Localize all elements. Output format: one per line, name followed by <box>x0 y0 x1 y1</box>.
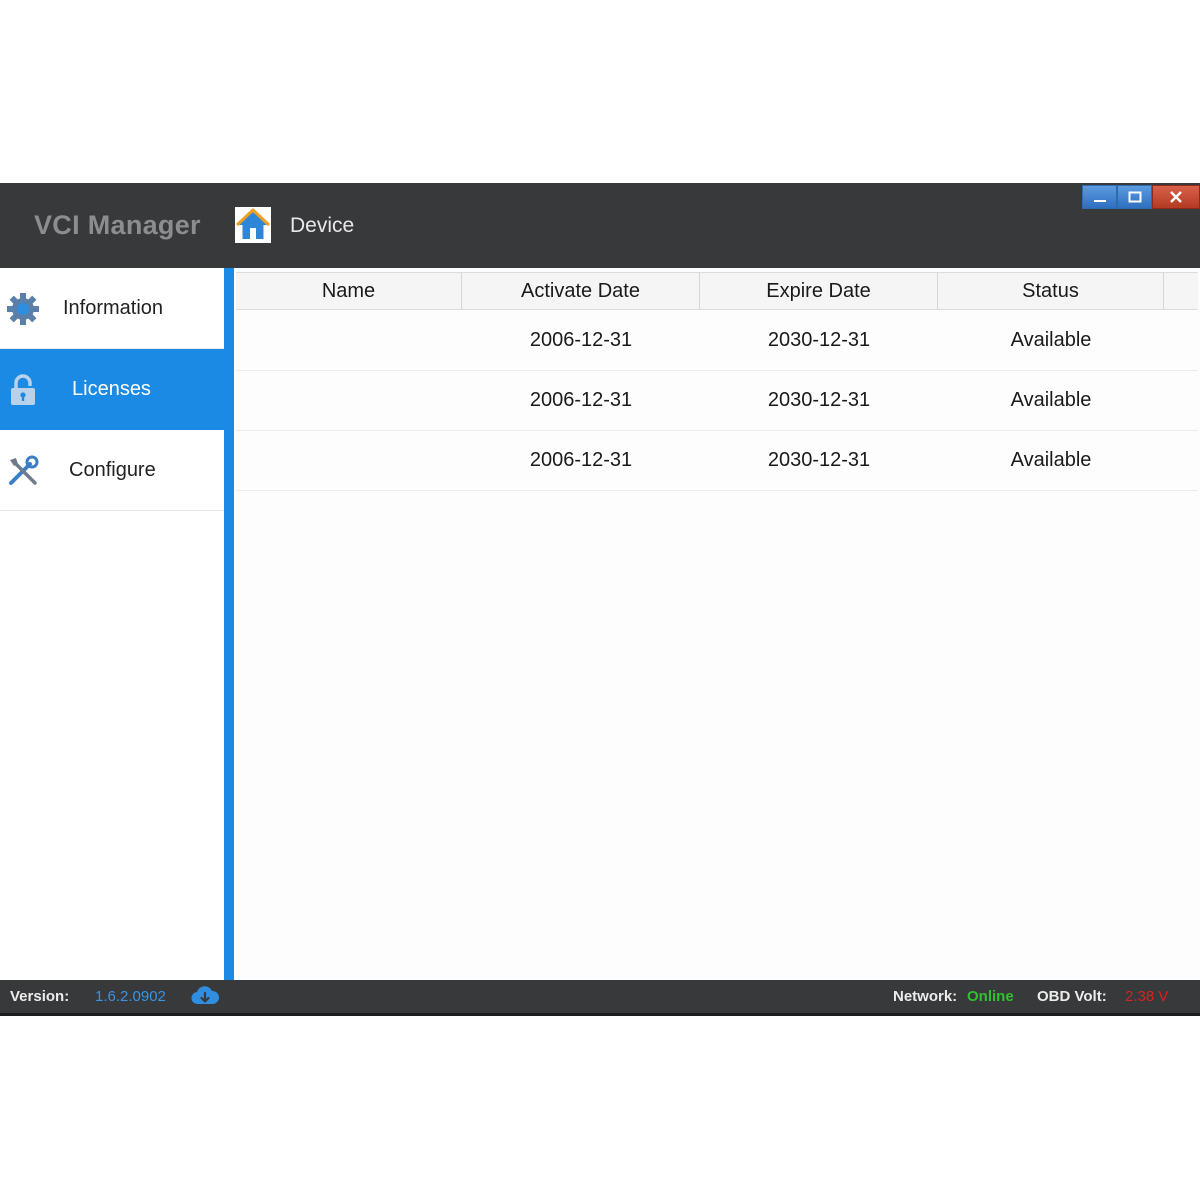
minimize-button[interactable] <box>1082 185 1117 209</box>
sidebar-item-label: Information <box>63 297 164 319</box>
minimize-icon <box>1093 200 1106 202</box>
version-value: 1.6.2.0902 <box>95 988 166 1005</box>
cell-expire-date: 2030-12-31 <box>767 329 871 351</box>
cell-name <box>236 431 462 490</box>
sidebar: Information Licenses Configure <box>0 268 224 980</box>
licenses-panel: Name Activate Date Expire Date Status 20… <box>234 268 1200 980</box>
sidebar-item-label: Configure <box>69 459 156 481</box>
column-header-status[interactable]: Status <box>938 273 1164 309</box>
cell-status: Available <box>1010 329 1092 351</box>
maximize-button[interactable] <box>1117 185 1152 209</box>
cell-expire-date: 2030-12-31 <box>767 389 871 411</box>
status-bar: Version: 1.6.2.0902 Network: Online OBD … <box>0 980 1200 1016</box>
column-header-expire-date[interactable]: Expire Date <box>700 273 938 309</box>
obd-volt-label: OBD Volt: <box>1037 988 1107 1005</box>
sidebar-accent-bar <box>224 268 234 980</box>
maximize-icon <box>1128 191 1141 203</box>
gear-icon <box>7 293 39 325</box>
network-label: Network: <box>893 988 958 1005</box>
close-icon <box>1170 191 1182 203</box>
network-status: Online <box>967 988 1014 1005</box>
cell-name <box>236 311 462 370</box>
app-title: VCI Manager <box>34 210 201 240</box>
column-header-name[interactable]: Name <box>236 273 462 309</box>
cell-activate-date: 2006-12-31 <box>529 449 633 471</box>
home-icon[interactable] <box>235 207 271 243</box>
table-row[interactable]: 2006-12-31 2030-12-31 Available <box>236 311 1198 371</box>
obd-volt-value: 2.38 V <box>1125 988 1169 1005</box>
table-row[interactable]: 2006-12-31 2030-12-31 Available <box>236 431 1198 491</box>
table-header: Name Activate Date Expire Date Status <box>236 272 1198 310</box>
title-bar: VCI Manager Device <box>0 183 1200 268</box>
sidebar-item-configure[interactable]: Configure <box>0 430 224 511</box>
cell-expire-date: 2030-12-31 <box>767 449 871 471</box>
cell-status: Available <box>1010 449 1092 471</box>
cell-activate-date: 2006-12-31 <box>529 389 633 411</box>
tools-icon <box>9 455 39 485</box>
sidebar-item-information[interactable]: Information <box>0 268 224 349</box>
cell-status: Available <box>1010 389 1092 411</box>
version-label: Version: <box>10 988 70 1005</box>
table-row[interactable]: 2006-12-31 2030-12-31 Available <box>236 371 1198 431</box>
cloud-download-icon[interactable] <box>191 985 219 1007</box>
cell-name <box>236 371 462 430</box>
sidebar-item-label: Licenses <box>72 378 151 400</box>
breadcrumb-device[interactable]: Device <box>290 214 354 238</box>
sidebar-item-licenses[interactable]: Licenses <box>0 349 224 430</box>
close-button[interactable] <box>1152 185 1200 209</box>
cell-activate-date: 2006-12-31 <box>529 329 633 351</box>
app-window: VCI Manager Device Information Licenses … <box>0 183 1200 1018</box>
lock-icon <box>11 374 35 405</box>
column-header-activate-date[interactable]: Activate Date <box>462 273 700 309</box>
